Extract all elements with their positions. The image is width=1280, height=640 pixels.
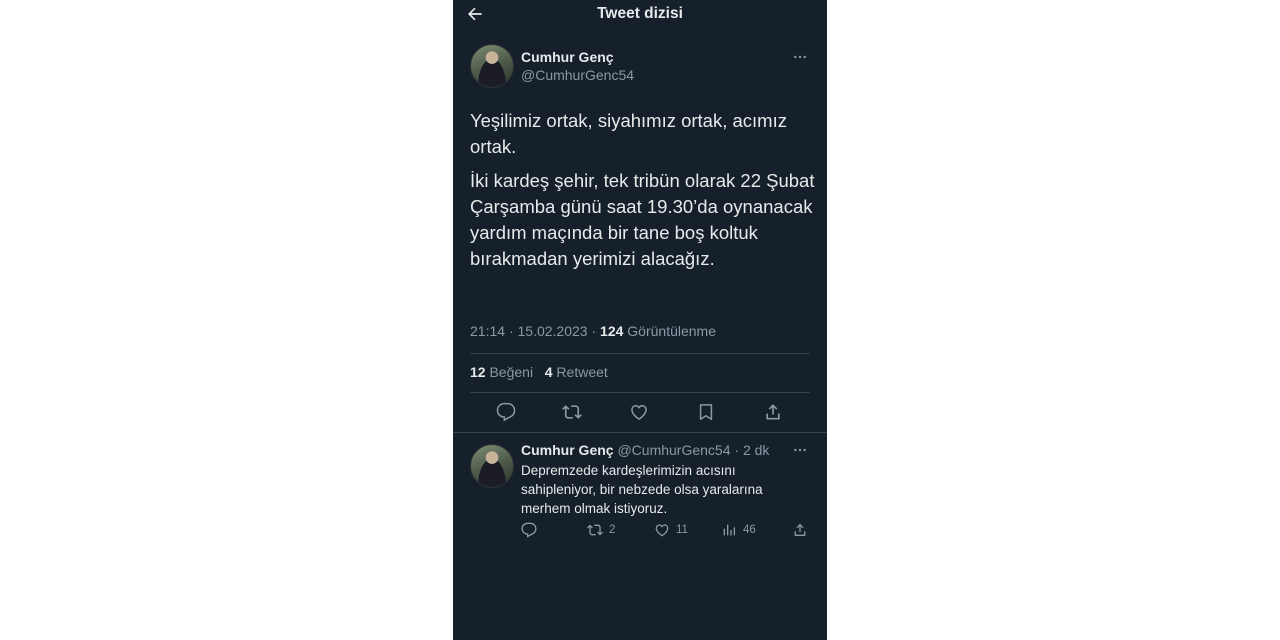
tweet-actions-bar	[453, 402, 827, 424]
more-dots-icon[interactable]	[792, 442, 808, 458]
tweet-text-paragraph-1: Yeşilimiz ortak, siyahımız ortak, acımız…	[470, 110, 787, 157]
author-name[interactable]: Cumhur Genç	[521, 49, 614, 65]
retweets-label: Retweet	[556, 364, 608, 380]
heart-icon[interactable]	[629, 402, 649, 422]
reply-like-count: 11	[676, 524, 688, 536]
share-icon[interactable]	[763, 402, 783, 422]
views-count: 124	[600, 323, 624, 339]
divider	[470, 353, 810, 354]
retweet-icon	[587, 522, 603, 538]
likes-label: Beğeni	[489, 364, 534, 380]
meta-separator: ·	[734, 442, 740, 458]
meta-separator: ·	[508, 323, 518, 339]
tweet-thread-screen: Tweet dizisi Cumhur Genç @CumhurGenc54 Y…	[453, 0, 827, 640]
reply-author-handle[interactable]: @CumhurGenc54	[617, 442, 730, 458]
retweets-stat[interactable]: 4 Retweet	[545, 364, 608, 380]
reply-retweet-button[interactable]: 2	[587, 522, 615, 538]
top-bar: Tweet dizisi	[453, 0, 827, 28]
avatar[interactable]	[470, 444, 514, 488]
divider	[470, 392, 810, 393]
tweet-meta: 21:14 · 15.02.2023 · 124 Görüntülenme	[470, 323, 716, 339]
tweet-time[interactable]: 21:14	[470, 323, 505, 339]
views-label: Görüntülenme	[627, 323, 716, 339]
reply-like-button[interactable]: 11	[654, 522, 688, 538]
more-dots-icon[interactable]	[792, 49, 808, 65]
share-icon	[792, 522, 808, 538]
comment-icon	[521, 522, 537, 538]
reply-comment-button[interactable]	[521, 522, 537, 538]
reply-views-count: 46	[743, 524, 756, 536]
retweet-icon[interactable]	[562, 402, 582, 422]
reply-author-name[interactable]: Cumhur Genç	[521, 442, 614, 458]
likes-count: 12	[470, 364, 486, 380]
tweet-stats: 12 Beğeni 4 Retweet	[470, 364, 608, 380]
reply-share-button[interactable]	[792, 522, 808, 538]
bookmark-icon[interactable]	[696, 402, 716, 422]
page-title: Tweet dizisi	[597, 5, 683, 22]
reply-header: Cumhur Genç @CumhurGenc54 · 2 dk	[521, 442, 769, 458]
reply-retweet-count: 2	[609, 524, 616, 536]
reply-views-button[interactable]: 46	[721, 522, 756, 538]
tweet-date[interactable]: 15.02.2023	[518, 323, 588, 339]
meta-separator: ·	[591, 323, 601, 339]
comment-icon[interactable]	[496, 402, 516, 422]
avatar[interactable]	[470, 44, 514, 88]
reply-text: Depremzede kardeşlerimizin acısını sahip…	[521, 463, 763, 516]
reply-age[interactable]: 2 dk	[743, 442, 769, 458]
analytics-icon	[721, 522, 737, 538]
author-handle[interactable]: @CumhurGenc54	[521, 67, 634, 83]
likes-stat[interactable]: 12 Beğeni	[470, 364, 533, 380]
tweet-text-paragraph-2: İki kardeş şehir, tek tribün olarak 22 Ş…	[470, 170, 815, 269]
heart-icon	[654, 522, 670, 538]
divider	[453, 432, 827, 433]
reply-actions-bar: 2 11 46	[453, 522, 827, 540]
retweets-count: 4	[544, 364, 553, 380]
